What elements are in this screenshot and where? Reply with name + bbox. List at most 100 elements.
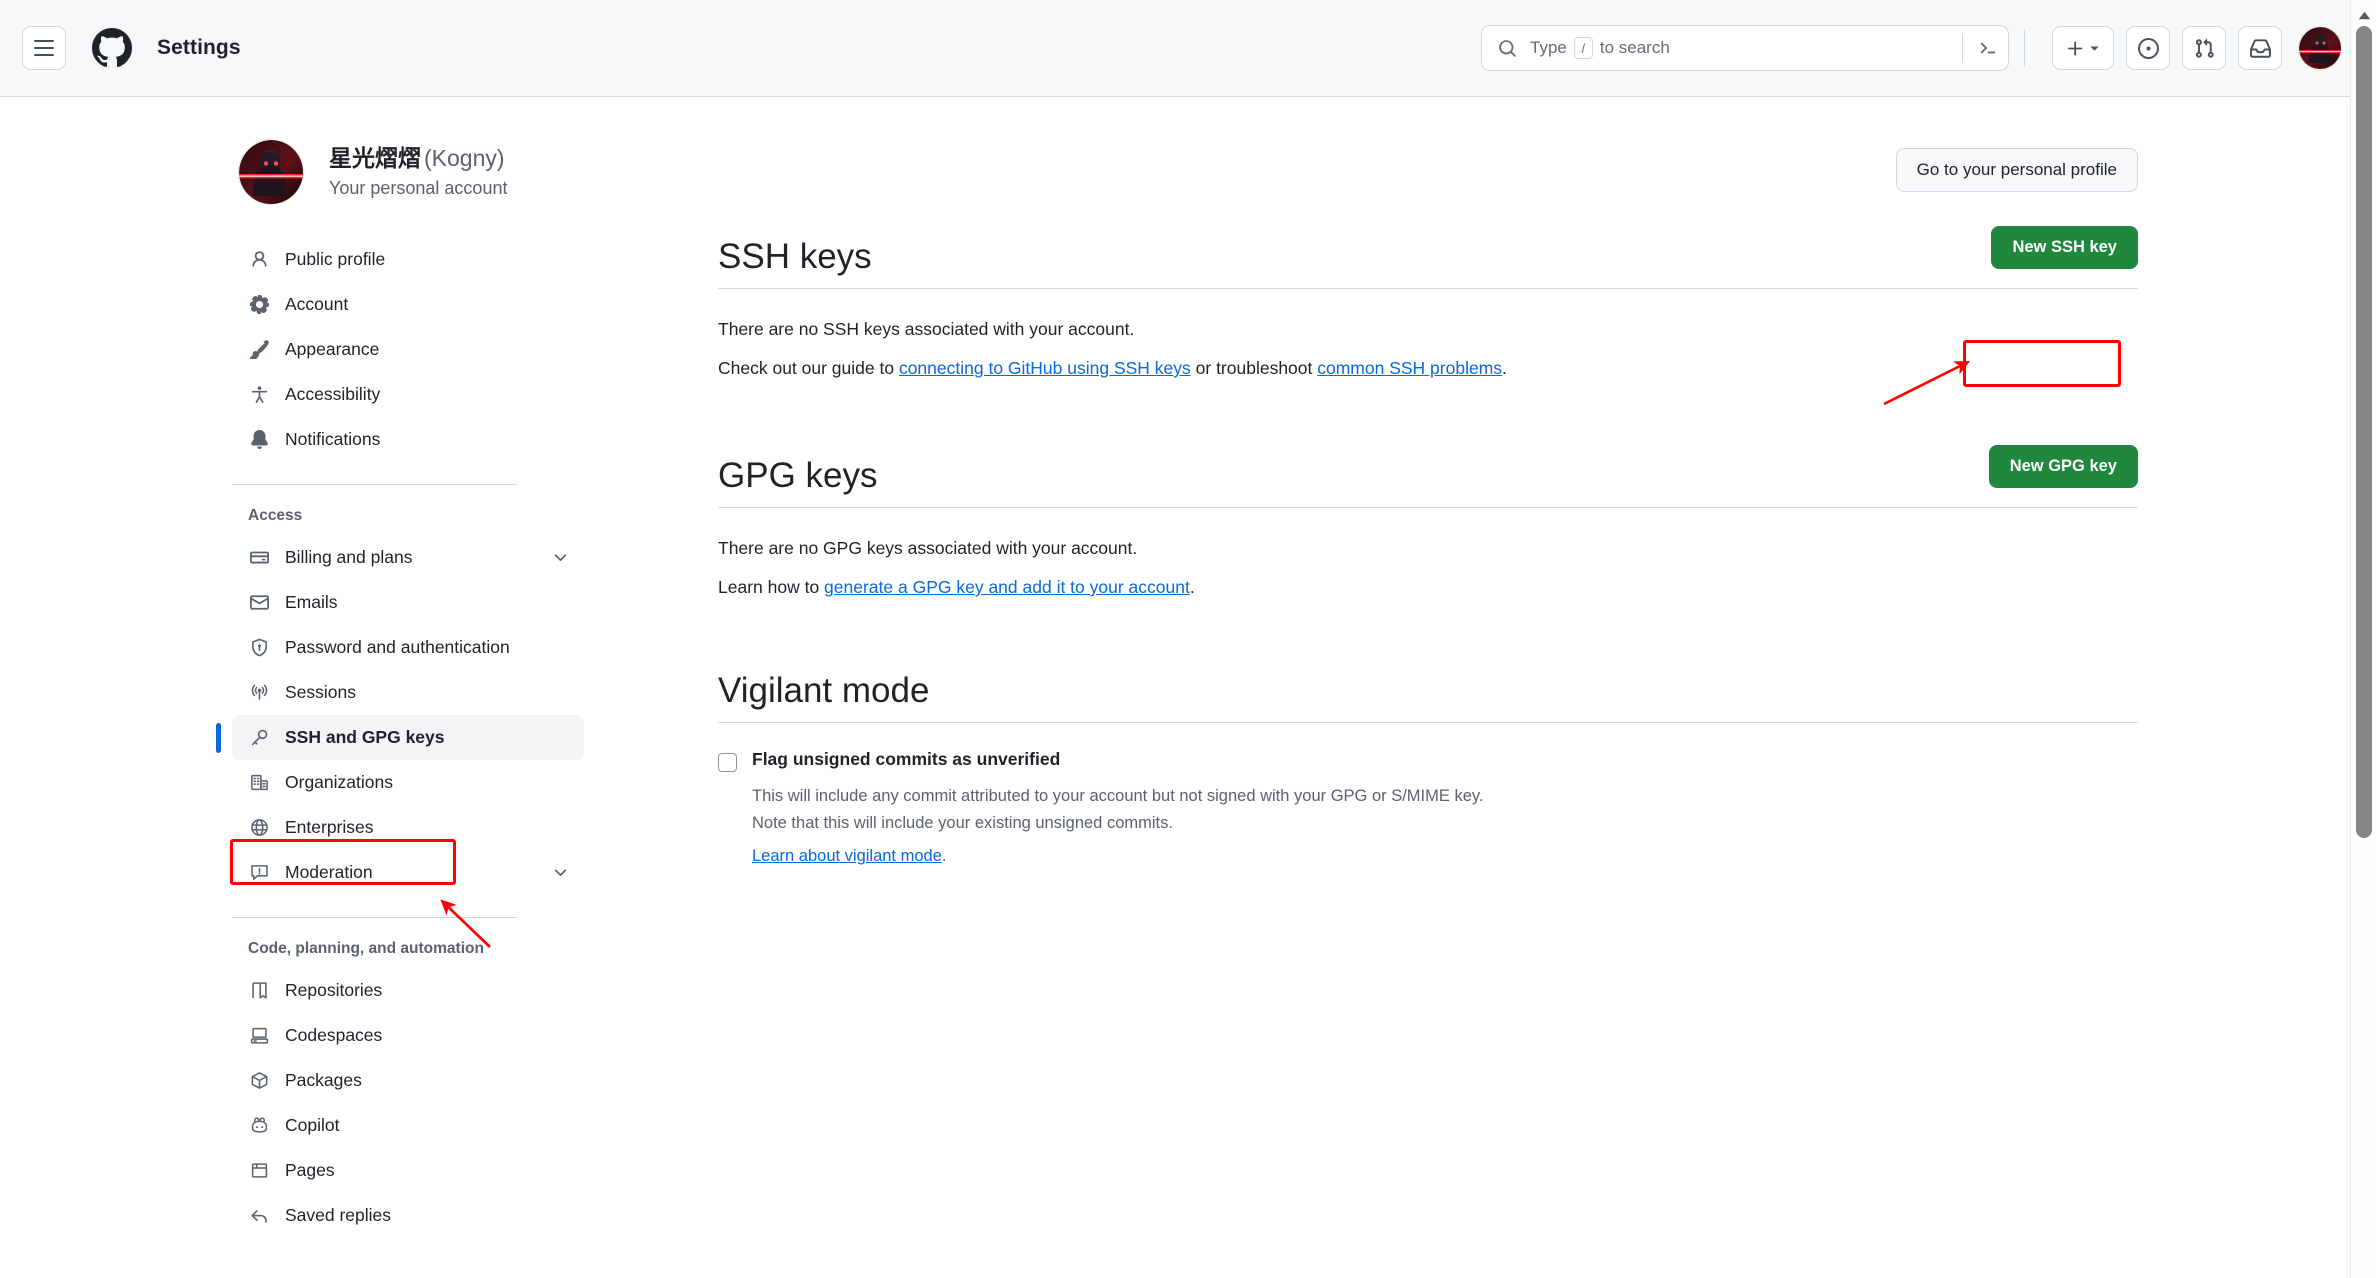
ssh-empty-message: There are no SSH keys associated with yo… [718,315,2138,343]
search-input[interactable]: Type / to search [1481,25,2009,71]
terminal-icon[interactable] [1972,32,2004,64]
learn-about-vigilant-mode-link[interactable]: Learn about vigilant mode [752,847,942,865]
person-icon [248,249,270,271]
sidebar-item-billing-and-plans[interactable]: Billing and plans [232,535,584,580]
new-ssh-key-button[interactable]: New SSH key [1991,226,2138,269]
sidebar-item-public-profile[interactable]: Public profile [232,237,584,282]
sidebar-item-label: Copilot [285,1115,569,1136]
app-header: Settings Type / to search [0,0,2376,97]
sidebar-item-label: Packages [285,1070,569,1091]
credit-card-icon [248,547,270,569]
generate-gpg-key-link[interactable]: generate a GPG key and add it to your ac… [824,577,1190,597]
pull-requests-button[interactable] [2182,26,2226,70]
ssh-keys-section: SSH keys New SSH key There are no SSH ke… [718,226,2138,382]
hamburger-icon-bar [34,54,54,56]
vertical-scrollbar[interactable] [2350,0,2376,1278]
ssh-guide-middle: or troubleshoot [1191,358,1317,378]
sidebar-item-notifications[interactable]: Notifications [232,417,584,462]
sidebar-item-pages[interactable]: Pages [232,1148,584,1193]
gpg-learn-suffix: . [1190,577,1195,597]
sidebar-item-ssh-and-gpg-keys[interactable]: SSH and GPG keys [232,715,584,760]
user-avatar[interactable] [2298,26,2342,70]
sidebar-item-password-and-authentication[interactable]: Password and authentication [232,625,584,670]
inbox-icon [2250,38,2271,59]
search-placeholder-suffix: to search [1600,38,1670,58]
sidebar-item-label: Accessibility [285,384,569,405]
copilot-icon [248,1115,270,1137]
broadcast-icon [248,682,270,704]
ssh-keys-title: SSH keys [718,239,872,274]
sidebar-item-sessions[interactable]: Sessions [232,670,584,715]
sidebar-item-moderation[interactable]: Moderation [232,850,584,895]
search-placeholder: Type / to search [1530,37,1962,59]
account-profile-block[interactable]: 星光熠熠(Kogny) Your personal account [232,97,662,205]
vigilant-learn-line: Learn about vigilant mode. [752,843,2138,870]
header-separator [2024,29,2025,67]
sidebar-item-label: SSH and GPG keys [285,727,569,748]
sidebar-item-copilot[interactable]: Copilot [232,1103,584,1148]
sidebar-divider [232,917,517,918]
ssh-guide-line: Check out our guide to connecting to Git… [718,354,2138,382]
notifications-inbox-button[interactable] [2238,26,2282,70]
settings-main-content: Go to your personal profile SSH keys New… [718,97,2138,870]
sidebar-group-title-code: Code, planning, and automation [232,940,584,958]
settings-sidebar: 星光熠熠(Kogny) Your personal account Public… [232,97,662,1238]
report-icon [248,862,270,884]
globe-icon [248,817,270,839]
hamburger-icon-bar [34,40,54,42]
connecting-to-github-using-ssh-keys-link[interactable]: connecting to GitHub using SSH keys [899,358,1191,378]
settings-nav: Public profile Account Appearance [232,237,584,1238]
vigilant-mode-body: Flag unsigned commits as unverified This… [718,723,2138,870]
github-mark-icon[interactable] [89,25,135,71]
sidebar-item-label: Password and authentication [285,637,569,658]
profile-names: 星光熠熠(Kogny) Your personal account [329,143,507,200]
sidebar-item-organizations[interactable]: Organizations [232,760,584,805]
flag-unsigned-commits-checkbox[interactable] [718,753,737,772]
key-icon [248,727,270,749]
vigilant-mode-description: This will include any commit attributed … [752,783,2138,870]
sidebar-item-accessibility[interactable]: Accessibility [232,372,584,417]
profile-display-name: 星光熠熠 [329,145,421,171]
sidebar-item-packages[interactable]: Packages [232,1058,584,1103]
personal-profile-row: Go to your personal profile [718,97,2138,192]
scroll-up-arrow-button[interactable] [2351,4,2376,26]
sidebar-item-label: Notifications [285,429,569,450]
gpg-keys-body: There are no GPG keys associated with yo… [718,508,2138,601]
organization-icon [248,772,270,794]
chevron-down-icon[interactable] [552,549,569,566]
go-to-personal-profile-button[interactable]: Go to your personal profile [1896,148,2138,192]
sidebar-item-emails[interactable]: Emails [232,580,584,625]
sidebar-item-repositories[interactable]: Repositories [232,968,584,1013]
sidebar-item-account[interactable]: Account [232,282,584,327]
common-ssh-problems-link[interactable]: common SSH problems [1317,358,1502,378]
chevron-down-icon[interactable] [552,864,569,881]
sidebar-item-label: Emails [285,592,569,613]
bell-icon [248,429,270,451]
slash-shortcut-key: / [1574,37,1593,59]
flag-unsigned-commits-label[interactable]: Flag unsigned commits as unverified [752,749,1060,770]
sidebar-item-appearance[interactable]: Appearance [232,327,584,372]
sidebar-item-enterprises[interactable]: Enterprises [232,805,584,850]
issues-button[interactable] [2126,26,2170,70]
create-new-button[interactable] [2052,26,2114,70]
sidebar-item-label: Repositories [285,980,569,1001]
gpg-keys-section: GPG keys New GPG key There are no GPG ke… [718,445,2138,601]
sidebar-item-label: Account [285,294,569,315]
browser-icon [248,1160,270,1182]
search-divider [1962,34,1963,62]
mail-icon [248,592,270,614]
shield-lock-icon [248,637,270,659]
sidebar-item-saved-replies[interactable]: Saved replies [232,1193,584,1238]
new-gpg-key-button[interactable]: New GPG key [1989,445,2138,488]
accessibility-icon [248,384,270,406]
flag-unsigned-commits-row[interactable]: Flag unsigned commits as unverified [718,749,2138,772]
hamburger-menu-button[interactable] [22,26,66,70]
vertical-scroll-thumb[interactable] [2356,26,2372,838]
chevron-down-icon [2089,43,2100,54]
page-body: 星光熠熠(Kogny) Your personal account Public… [0,97,2376,1278]
vigilant-mode-header: Vigilant mode [718,673,2138,723]
codespaces-icon [248,1025,270,1047]
sidebar-item-label: Appearance [285,339,569,360]
sidebar-item-codespaces[interactable]: Codespaces [232,1013,584,1058]
sidebar-item-label: Pages [285,1160,569,1181]
